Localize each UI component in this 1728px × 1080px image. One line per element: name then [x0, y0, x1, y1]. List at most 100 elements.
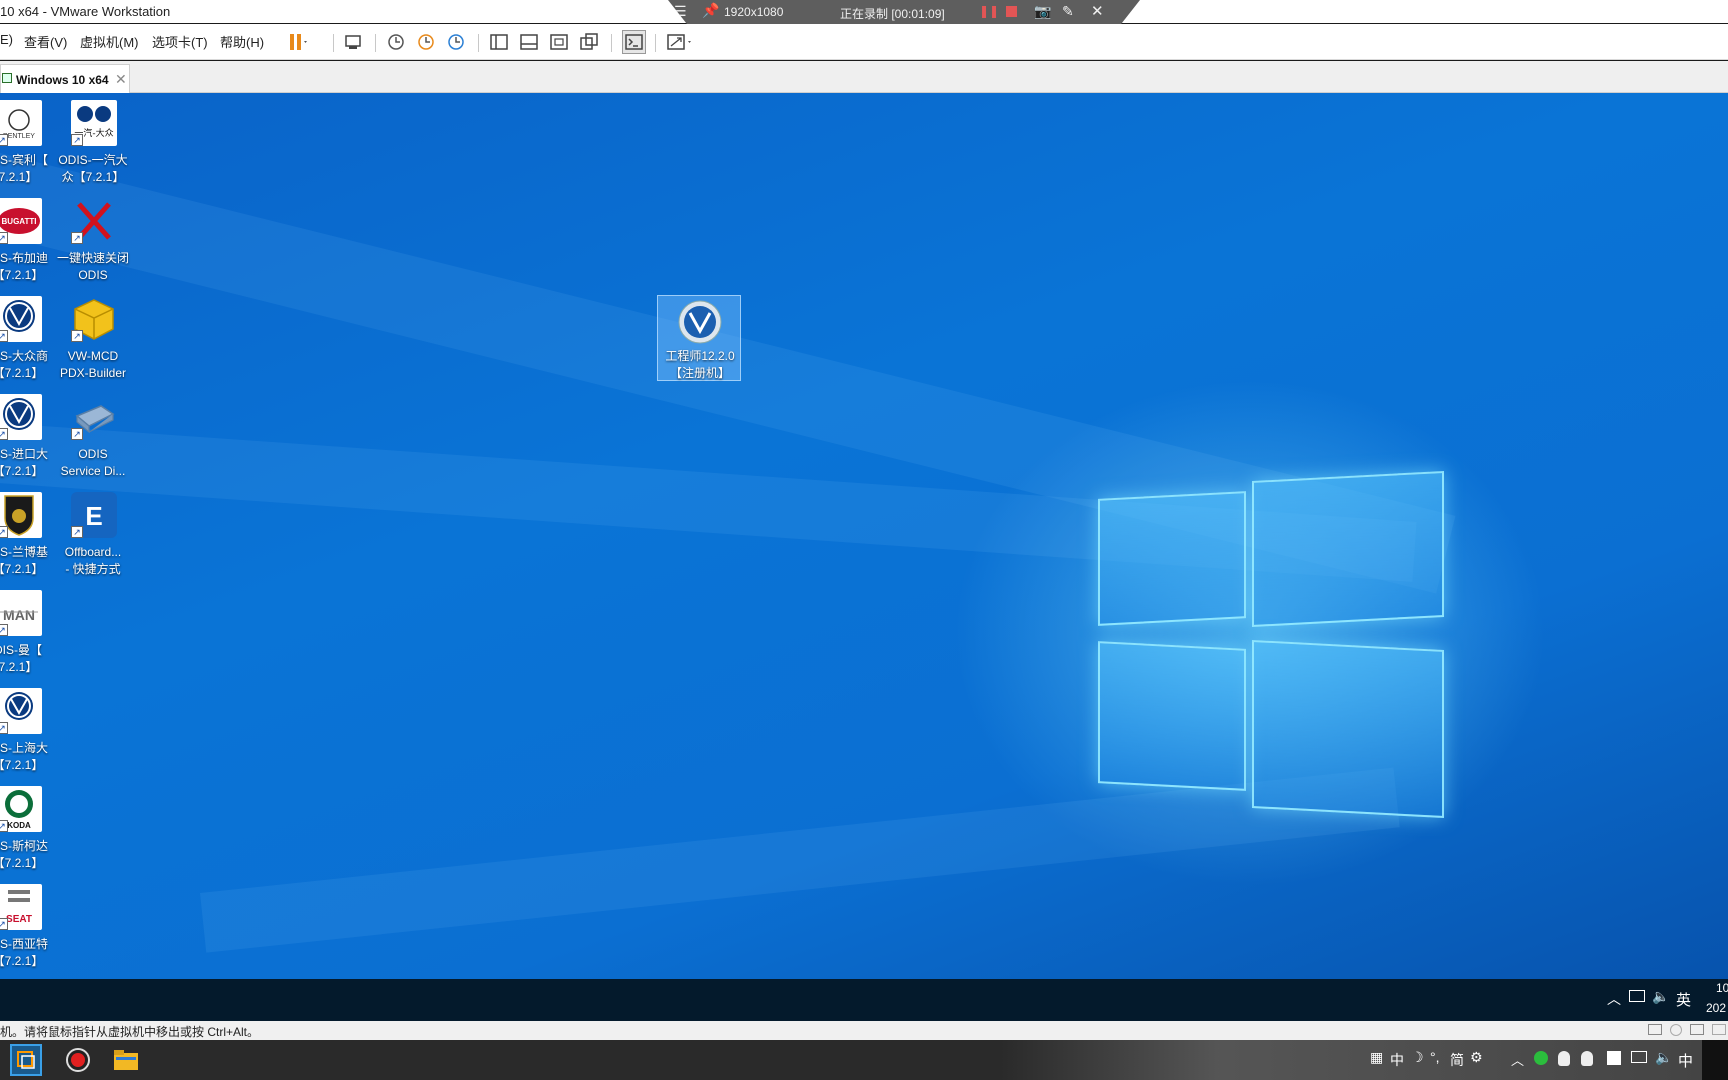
- ime-indicator[interactable]: 中: [1678, 1050, 1693, 1071]
- shortcut-arrow-icon: ↗: [71, 526, 83, 538]
- network-icon[interactable]: [1631, 1051, 1647, 1063]
- printer-icon[interactable]: [1712, 1024, 1726, 1035]
- file-explorer-taskbar-icon[interactable]: [110, 1044, 142, 1076]
- icon-label: Service Di...: [60, 464, 126, 478]
- svg-text:MAN: MAN: [3, 607, 35, 623]
- icon-label: 【7.2.1】: [0, 758, 44, 772]
- menu-vm[interactable]: 虚拟机(M): [80, 32, 139, 51]
- shortcut-arrow-icon: ↗: [0, 918, 8, 930]
- full-screen-icon[interactable]: [549, 32, 569, 52]
- vm-icon: [2, 73, 12, 83]
- svg-text:KODA: KODA: [7, 821, 31, 830]
- vw-globe-icon: [677, 299, 723, 345]
- clock-date: 202: [1706, 1001, 1727, 1015]
- wechat-icon[interactable]: [1534, 1051, 1548, 1065]
- recording-resolution: 1920x1080: [724, 5, 784, 19]
- volume-icon[interactable]: 🔈: [1655, 1049, 1672, 1066]
- ime-mode-chinese[interactable]: 中: [1390, 1050, 1404, 1070]
- network-adapter-icon[interactable]: [1690, 1024, 1704, 1035]
- network-icon[interactable]: [1629, 990, 1645, 1002]
- camera-icon[interactable]: 📷: [1034, 3, 1051, 20]
- shortcut-arrow-icon: ↗: [71, 428, 83, 440]
- shortcut-arrow-icon: ↗: [0, 330, 8, 342]
- shortcut-arrow-icon: ↗: [0, 428, 8, 440]
- menu-view[interactable]: 查看(V): [24, 32, 67, 51]
- shortcut-arrow-icon: ↗: [0, 134, 8, 146]
- icon-label: 众【7.2.1】: [61, 170, 125, 184]
- icon-label: 一键快速关闭: [56, 251, 129, 265]
- icon-label: ODIS: [78, 268, 108, 282]
- icon-label: 【7.2.1】: [0, 954, 44, 968]
- ime-indicator[interactable]: 英: [1676, 989, 1691, 1010]
- tab-strip: Windows 10 x64 ✕: [0, 61, 1728, 93]
- host-taskbar: ▦ 中 ☽ °, 简 ⚙ ︿ 🔈 中: [0, 1040, 1728, 1080]
- qq-icon[interactable]: [1558, 1051, 1570, 1066]
- icon-label: Offboard...: [64, 545, 122, 559]
- recording-status: 正在录制 [00:01:09]: [840, 7, 945, 21]
- vmware-status-bar: 机。请将鼠标指针从虚拟机中移出或按 Ctrl+Alt。: [0, 1021, 1728, 1040]
- grid-icon[interactable]: ▦: [1370, 1049, 1383, 1066]
- menu-tabs[interactable]: 选项卡(T): [152, 32, 208, 51]
- menu-bar: E) 查看(V) 虚拟机(M) 选项卡(T) 帮助(H): [0, 24, 1728, 60]
- icon-label: DIS-西亚特: [0, 937, 48, 951]
- icon-label: PDX-Builder: [59, 366, 127, 380]
- sidebar-toggle-icon[interactable]: [489, 32, 509, 52]
- icon-label: 工程师12.2.0: [665, 349, 735, 363]
- cd-drive-icon[interactable]: [1670, 1024, 1682, 1036]
- qq-icon[interactable]: [1581, 1051, 1593, 1066]
- shortcut-arrow-icon: ↗: [0, 624, 8, 636]
- send-ctrl-alt-del-icon[interactable]: [344, 32, 364, 52]
- tab-windows-10-x64[interactable]: Windows 10 x64 ✕: [0, 64, 130, 93]
- desktop-icon-engineer-selected[interactable]: 工程师12.2.0 【注册机】: [657, 295, 741, 381]
- svg-text:E: E: [85, 501, 102, 531]
- vmware-taskbar-icon[interactable]: [10, 1044, 42, 1076]
- menu-edit[interactable]: E): [0, 32, 13, 47]
- icon-label: 7.2.1】: [0, 660, 38, 674]
- ime-settings-gear-icon[interactable]: ⚙: [1470, 1049, 1483, 1066]
- guest-desktop[interactable]: BENTLEY ↗ DIS-宾利【7.2.1】 BUGATTI ↗ DIS-布加…: [0, 93, 1728, 979]
- console-view-icon[interactable]: [622, 30, 646, 54]
- show-hidden-icons-icon[interactable]: ︿: [1511, 1050, 1524, 1069]
- icon-label: DIS-曼【: [0, 643, 42, 657]
- icon-label: 【注册机】: [669, 366, 730, 380]
- icon-label: 【7.2.1】: [0, 856, 44, 870]
- shortcut-arrow-icon: ↗: [0, 526, 8, 538]
- unity-icon[interactable]: [579, 32, 599, 52]
- clock-area[interactable]: [1702, 1040, 1728, 1080]
- snapshot-icon[interactable]: [386, 32, 406, 52]
- status-message: 机。请将鼠标指针从虚拟机中移出或按 Ctrl+Alt。: [0, 1025, 260, 1039]
- revert-snapshot-icon[interactable]: [416, 32, 436, 52]
- volume-icon[interactable]: 🔈: [1652, 988, 1669, 1005]
- guest-taskbar: ︿ 🔈 英 10 202: [0, 979, 1728, 1021]
- punctuation-icon[interactable]: °,: [1430, 1049, 1440, 1065]
- clock-time: 10: [1716, 981, 1728, 995]
- icon-label: - 快捷方式: [65, 562, 121, 576]
- simplified-chinese-toggle[interactable]: 简: [1450, 1050, 1464, 1070]
- snapshot-manager-icon[interactable]: [446, 32, 466, 52]
- shortcut-arrow-icon: ↗: [0, 820, 8, 832]
- shortcut-arrow-icon: ↗: [0, 232, 8, 244]
- window-title: 10 x64 - VMware Workstation: [0, 4, 171, 19]
- hard-disk-icon[interactable]: [1648, 1024, 1662, 1035]
- shortcut-arrow-icon: ↗: [0, 722, 8, 734]
- pin-icon[interactable]: 📌: [702, 2, 719, 19]
- stretch-guest-icon[interactable]: [666, 32, 691, 52]
- close-recording-icon[interactable]: ✕: [1091, 2, 1104, 20]
- pause-vm-icon[interactable]: [287, 32, 307, 52]
- stop-recording-icon[interactable]: [1006, 6, 1017, 17]
- half-width-moon-icon[interactable]: ☽: [1411, 1049, 1424, 1066]
- recorder-taskbar-icon[interactable]: [62, 1044, 94, 1076]
- close-tab-icon[interactable]: ✕: [115, 71, 127, 88]
- shortcut-arrow-icon: ↗: [71, 330, 83, 342]
- show-hidden-icons-icon[interactable]: ︿: [1607, 989, 1621, 1009]
- icon-label: DIS-上海大: [0, 741, 48, 755]
- pause-recording-icon[interactable]: ❚❚: [979, 4, 999, 18]
- icon-label: VW-MCD: [67, 349, 119, 363]
- shortcut-arrow-icon: ↗: [71, 232, 83, 244]
- pen-icon[interactable]: ✎: [1062, 3, 1074, 20]
- thumbnail-bar-icon[interactable]: [519, 32, 539, 52]
- app-tray-icon[interactable]: [1607, 1051, 1621, 1065]
- icon-label: ODIS: [78, 447, 108, 461]
- tab-label: Windows 10 x64: [16, 73, 109, 87]
- menu-help[interactable]: 帮助(H): [220, 32, 264, 51]
